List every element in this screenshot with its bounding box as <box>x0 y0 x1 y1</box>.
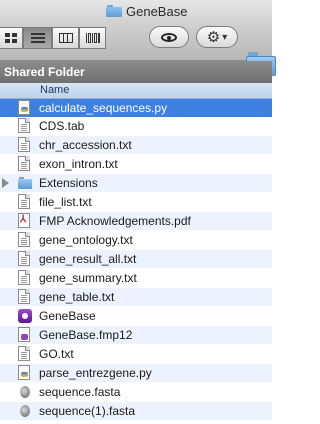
file-row[interactable]: FMP Acknowledgements.pdf <box>0 212 272 230</box>
icon-view-icon <box>4 33 17 43</box>
folder-icon <box>106 5 122 17</box>
action-menu-button[interactable]: ⚙ ▾ <box>196 26 238 48</box>
disclosure-triangle-icon[interactable] <box>2 178 9 188</box>
file-row[interactable]: sequence.fasta <box>0 383 272 401</box>
list-view-icon <box>30 33 45 43</box>
text-document-icon <box>18 194 32 210</box>
chevron-down-icon: ▾ <box>222 31 228 43</box>
file-name: file_list.txt <box>39 195 92 209</box>
file-name: gene_result_all.txt <box>39 252 137 266</box>
file-name: Extensions <box>39 176 98 190</box>
section-header: Shared Folder <box>0 61 272 83</box>
eye-icon <box>161 32 177 42</box>
coverflow-view-button[interactable] <box>79 27 106 49</box>
text-document-icon <box>18 156 32 172</box>
icon-view-button[interactable] <box>0 27 23 49</box>
file-name: gene_ontology.txt <box>39 233 133 247</box>
file-row[interactable]: exon_intron.txt <box>0 155 272 173</box>
file-row[interactable]: GeneBase <box>0 307 272 325</box>
file-row[interactable]: chr_accession.txt <box>0 136 272 154</box>
file-name: parse_entrezgene.py <box>39 366 152 380</box>
file-row[interactable]: CDS.tab <box>0 117 272 135</box>
window-titlebar: GeneBase <box>0 0 272 22</box>
file-name: sequence.fasta <box>39 385 121 399</box>
quicklook-button[interactable] <box>149 26 189 48</box>
file-row[interactable]: parse_entrezgene.py <box>0 364 272 382</box>
file-name: chr_accession.txt <box>39 138 132 152</box>
pdf-icon <box>18 213 32 229</box>
file-name: CDS.tab <box>39 119 85 133</box>
filemaker-document-icon <box>18 327 32 343</box>
folder-row[interactable]: Extensions <box>0 174 272 192</box>
column-view-button[interactable] <box>52 27 79 49</box>
list-view-button[interactable] <box>23 27 52 49</box>
file-name: exon_intron.txt <box>39 157 118 171</box>
text-document-icon <box>18 232 32 248</box>
file-name: FMP Acknowledgements.pdf <box>39 214 191 228</box>
file-name: gene_table.txt <box>39 290 115 304</box>
column-header-name[interactable]: Name <box>0 83 272 99</box>
window-title-group: GeneBase <box>106 3 187 19</box>
file-name: GeneBase <box>39 309 96 323</box>
file-row[interactable]: gene_table.txt <box>0 288 272 306</box>
text-document-icon <box>18 270 32 286</box>
file-name: calculate_sequences.py <box>39 101 168 115</box>
python-script-icon <box>18 365 32 381</box>
window-title: GeneBase <box>126 3 188 19</box>
file-row[interactable]: file_list.txt <box>0 193 272 211</box>
file-name: gene_summary.txt <box>39 271 137 285</box>
text-document-icon <box>18 118 32 134</box>
column-header-label: Name <box>40 84 70 96</box>
filemaker-app-icon <box>18 308 32 324</box>
file-name: sequence(1).fasta <box>39 404 136 418</box>
coverflow-view-icon <box>85 33 100 43</box>
text-document-icon <box>18 137 32 153</box>
file-row[interactable]: sequence(1).fasta <box>0 402 272 420</box>
folder-icon <box>18 175 32 191</box>
column-view-icon <box>58 33 73 43</box>
toolbar: ⚙ ▾ + <box>0 22 276 76</box>
file-row[interactable]: gene_ontology.txt <box>0 231 272 249</box>
text-document-icon <box>18 346 32 362</box>
file-row[interactable]: gene_summary.txt <box>0 269 272 287</box>
file-row[interactable]: gene_result_all.txt <box>0 250 272 268</box>
file-row[interactable]: calculate_sequences.py <box>0 99 272 117</box>
file-name: GeneBase.fmp12 <box>39 328 133 342</box>
gear-icon: ⚙ <box>206 29 221 46</box>
python-script-icon <box>18 100 32 116</box>
section-title: Shared Folder <box>4 65 85 79</box>
fasta-icon <box>18 403 32 419</box>
file-name: GO.txt <box>39 347 74 361</box>
text-document-icon <box>18 251 32 267</box>
file-row[interactable]: GeneBase.fmp12 <box>0 326 272 344</box>
file-row[interactable]: GO.txt <box>0 345 272 363</box>
fasta-icon <box>18 384 32 400</box>
text-document-icon <box>18 289 32 305</box>
